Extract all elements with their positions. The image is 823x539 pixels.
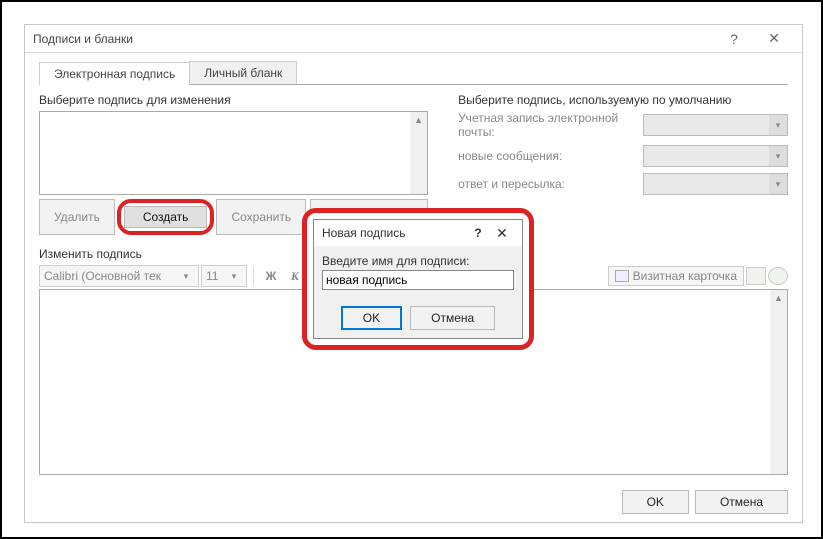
insert-link-button[interactable]: [768, 267, 788, 285]
account-label: Учетная запись электронной почты:: [458, 111, 643, 139]
modal-highlight: Новая подпись ? ✕ Введите имя для подпис…: [302, 208, 534, 350]
delete-button[interactable]: Удалить: [39, 199, 115, 235]
bold-button[interactable]: Ж: [260, 265, 282, 287]
titlebar: Подписи и бланки ? ✕: [25, 25, 802, 53]
size-combo[interactable]: 11▾: [201, 265, 247, 287]
help-button[interactable]: ?: [714, 31, 754, 47]
chevron-down-icon: ▾: [769, 174, 787, 194]
select-signature-label: Выберите подпись для изменения: [39, 93, 428, 107]
cancel-button[interactable]: Отмена: [695, 490, 788, 514]
account-combo[interactable]: ▾: [643, 114, 788, 136]
new-messages-label: новые сообщения:: [458, 149, 643, 163]
new-signature-dialog: Новая подпись ? ✕ Введите имя для подпис…: [313, 219, 523, 339]
signature-name-input[interactable]: [322, 270, 514, 290]
font-combo[interactable]: Calibri (Основной тек▾: [39, 265, 199, 287]
modal-title: Новая подпись: [322, 226, 466, 240]
chevron-down-icon: ▾: [178, 271, 194, 282]
create-button[interactable]: Создать: [124, 206, 208, 228]
tabs: Электронная подпись Личный бланк: [39, 61, 788, 85]
chevron-down-icon: ▾: [769, 146, 787, 166]
reply-forward-combo[interactable]: ▾: [643, 173, 788, 195]
create-highlight: Создать: [117, 199, 215, 235]
new-messages-combo[interactable]: ▾: [643, 145, 788, 167]
business-card-button[interactable]: Визитная карточка: [608, 266, 744, 286]
signature-listbox[interactable]: ▲: [39, 111, 428, 195]
modal-ok-button[interactable]: OK: [341, 306, 402, 330]
insert-image-button[interactable]: [746, 267, 766, 285]
default-signature-label: Выберите подпись, используемую по умолча…: [458, 93, 788, 107]
chevron-down-icon: ▾: [226, 271, 242, 282]
modal-prompt: Введите имя для подписи:: [322, 254, 514, 268]
modal-help-button[interactable]: ?: [466, 226, 490, 240]
tab-electronic-signature[interactable]: Электронная подпись: [39, 62, 190, 85]
scrollbar[interactable]: ▲: [770, 290, 787, 474]
window-title: Подписи и бланки: [33, 32, 714, 46]
scrollbar[interactable]: ▲: [410, 112, 427, 194]
scroll-up-icon[interactable]: ▲: [410, 112, 427, 129]
dialog-footer: OK Отмена: [622, 490, 788, 514]
tab-personal-blank[interactable]: Личный бланк: [189, 61, 297, 84]
save-button[interactable]: Сохранить: [216, 199, 306, 235]
modal-cancel-button[interactable]: Отмена: [410, 306, 495, 330]
modal-close-button[interactable]: ✕: [490, 225, 514, 242]
reply-forward-label: ответ и пересылка:: [458, 177, 643, 191]
card-icon: [615, 270, 629, 282]
scroll-up-icon[interactable]: ▲: [770, 290, 787, 307]
modal-titlebar: Новая подпись ? ✕: [314, 220, 522, 246]
ok-button[interactable]: OK: [622, 490, 689, 514]
chevron-down-icon: ▾: [769, 115, 787, 135]
close-button[interactable]: ✕: [754, 30, 794, 47]
